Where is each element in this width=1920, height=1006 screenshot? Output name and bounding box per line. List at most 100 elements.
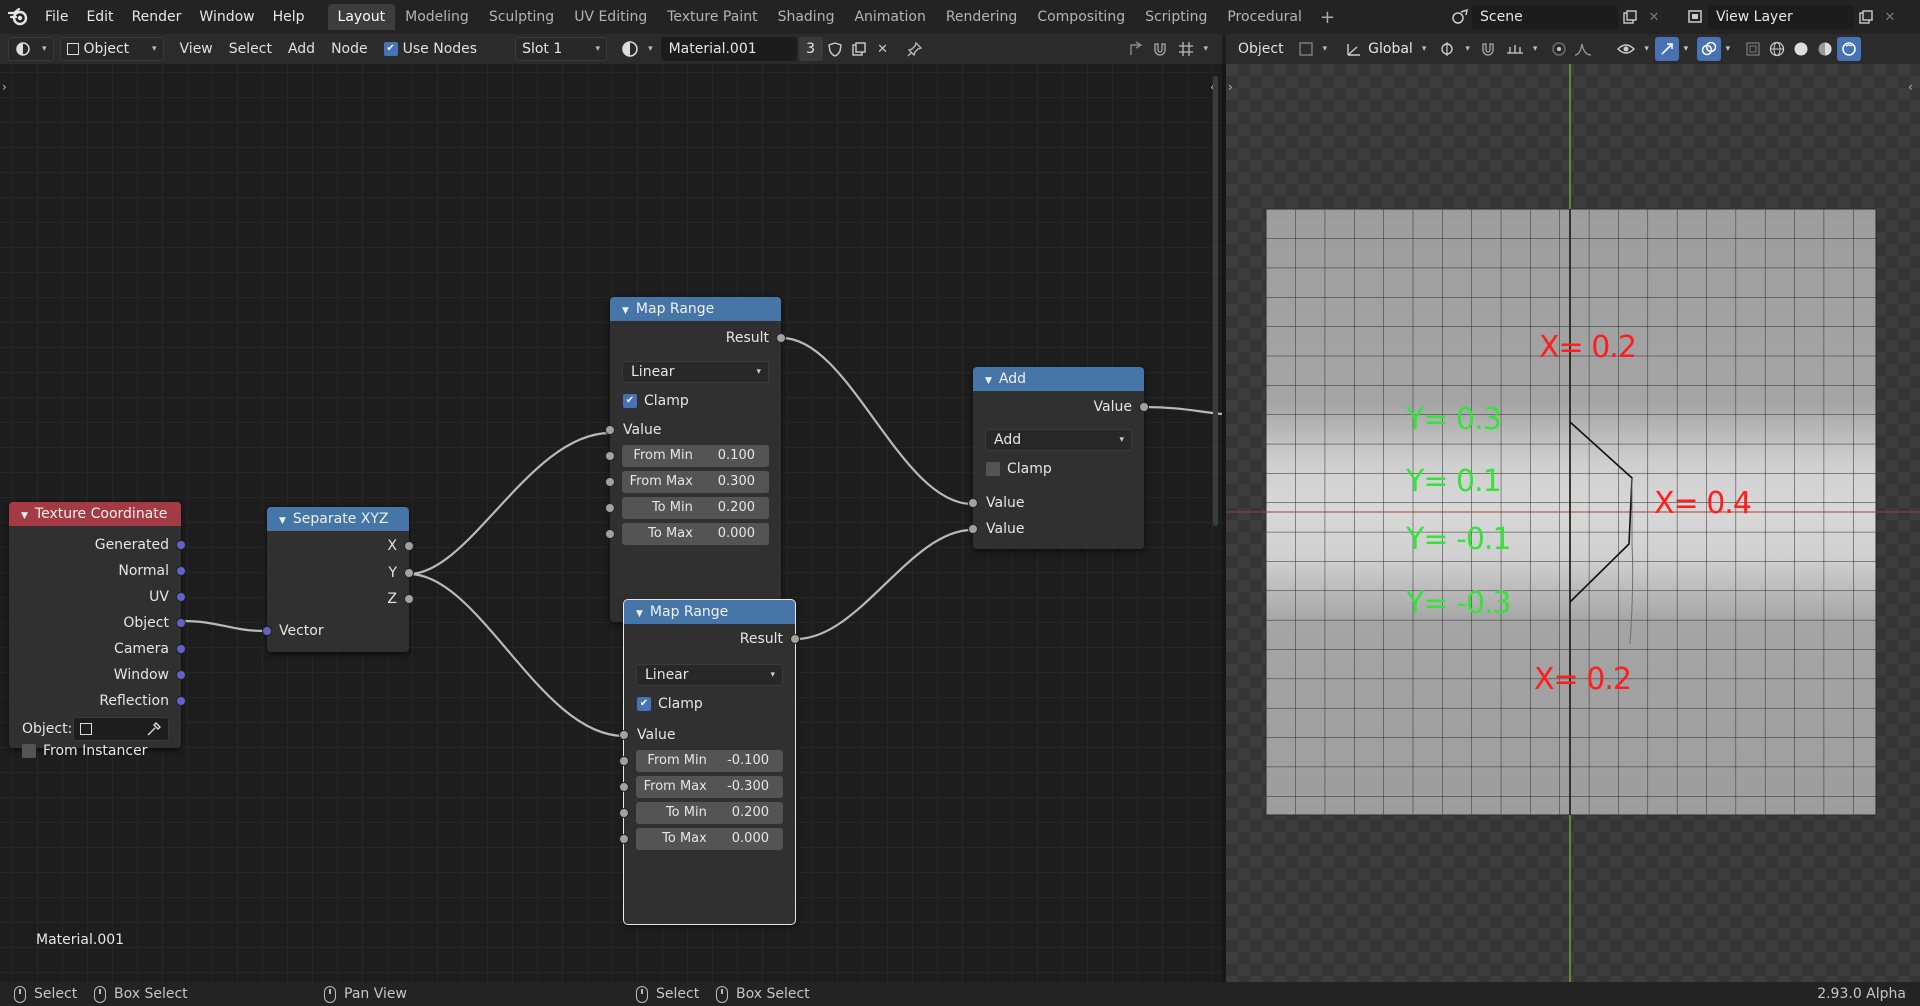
- tab-scripting[interactable]: Scripting: [1135, 4, 1217, 30]
- overlays-toggle-icon[interactable]: [1696, 37, 1721, 61]
- parent-node-tree-icon[interactable]: [1124, 37, 1148, 61]
- overlays-dropdown-chevron-icon[interactable]: ▾: [1721, 37, 1735, 61]
- tab-modeling[interactable]: Modeling: [395, 4, 479, 30]
- menu-render[interactable]: Render: [123, 0, 191, 34]
- socket[interactable]: [176, 540, 186, 550]
- menu-view[interactable]: View: [172, 34, 221, 64]
- object-type-dropdown[interactable]: Object ▾: [59, 37, 164, 61]
- eyedropper-icon[interactable]: [146, 721, 162, 737]
- view-layer-icon[interactable]: [1684, 5, 1708, 29]
- socket[interactable]: [605, 477, 615, 487]
- duplicate-material-icon[interactable]: [847, 37, 871, 61]
- clamp-checkbox[interactable]: ✔ Clamp: [623, 390, 689, 412]
- socket[interactable]: [619, 730, 629, 740]
- link-y-to-maprange2[interactable]: [408, 572, 625, 738]
- snap-grid-dropdown[interactable]: ▾: [1172, 37, 1214, 61]
- transform-orientation-dropdown[interactable]: Global ▾: [1339, 37, 1432, 61]
- xray-toggle-icon[interactable]: [1741, 37, 1765, 61]
- slot-dropdown[interactable]: Slot 1 ▾: [515, 37, 608, 61]
- clamp-checkbox[interactable]: ✔ Clamp: [637, 693, 703, 715]
- field-from-max[interactable]: From Max 0.300: [605, 471, 769, 493]
- editor-type-dropdown[interactable]: ▾: [8, 37, 54, 61]
- collapse-triangle-icon[interactable]: ▼: [636, 609, 643, 619]
- solid-shading-icon[interactable]: [1789, 37, 1813, 61]
- unlink-material-icon[interactable]: ✕: [871, 37, 895, 61]
- interpolation-dropdown[interactable]: Linear ▾: [622, 361, 769, 383]
- select-mode-dropdown[interactable]: ▾: [1292, 37, 1334, 61]
- socket[interactable]: [605, 451, 615, 461]
- socket[interactable]: [262, 626, 272, 636]
- tab-uv-editing[interactable]: UV Editing: [564, 4, 657, 30]
- collapse-triangle-icon[interactable]: ▼: [985, 376, 992, 386]
- add-workspace-icon[interactable]: +: [1312, 7, 1343, 28]
- socket[interactable]: [605, 503, 615, 513]
- node-header[interactable]: ▼ Texture Coordinate: [9, 502, 181, 526]
- viewport-sidebar-arrow-icon[interactable]: ‹: [1908, 80, 1913, 94]
- link-add-output[interactable]: [1143, 405, 1222, 416]
- field-to-max[interactable]: To Max 0.000: [605, 523, 769, 545]
- tab-layout[interactable]: Layout: [327, 4, 396, 30]
- field-to-min[interactable]: To Min 0.200: [605, 497, 769, 519]
- clamp-checkbox[interactable]: Clamp: [986, 458, 1052, 480]
- snap-target-dropdown[interactable]: ▾: [1500, 37, 1544, 61]
- socket[interactable]: [619, 782, 629, 792]
- blender-logo-icon[interactable]: [0, 0, 36, 34]
- node-texture-coordinate[interactable]: ▼ Texture Coordinate Generated Normal UV …: [9, 502, 186, 759]
- viewport-toolbar-arrow-icon[interactable]: ›: [1228, 80, 1233, 94]
- node-map-range-2[interactable]: ▼ Map Range Result Linear ▾ ✔ Clamp Value F…: [619, 599, 800, 925]
- socket[interactable]: [619, 808, 629, 818]
- socket[interactable]: [404, 541, 414, 551]
- tab-procedural[interactable]: Procedural: [1217, 4, 1312, 30]
- node-header[interactable]: ▼ Separate XYZ: [267, 507, 409, 531]
- tab-texture-paint[interactable]: Texture Paint: [657, 4, 767, 30]
- wireframe-shading-icon[interactable]: [1765, 37, 1789, 61]
- node-header[interactable]: ▼ Map Range: [610, 297, 781, 321]
- use-nodes-toggle[interactable]: ✔ Use Nodes: [376, 34, 485, 64]
- node-canvas[interactable]: ▼ Texture Coordinate Generated Normal UV …: [0, 64, 1222, 982]
- node-header[interactable]: ▼ Map Range: [624, 600, 795, 624]
- menu-help[interactable]: Help: [264, 0, 314, 34]
- operation-dropdown[interactable]: Add ▾: [985, 429, 1132, 451]
- tab-compositing[interactable]: Compositing: [1027, 4, 1135, 30]
- socket[interactable]: [790, 634, 800, 644]
- collapse-triangle-icon[interactable]: ▼: [622, 306, 629, 316]
- rendered-shading-icon[interactable]: [1836, 37, 1861, 61]
- new-scene-icon[interactable]: [1618, 5, 1642, 29]
- interpolation-dropdown[interactable]: Linear ▾: [636, 664, 783, 686]
- socket[interactable]: [968, 524, 978, 534]
- socket[interactable]: [176, 618, 186, 628]
- snap-magnet-icon[interactable]: [1476, 37, 1500, 61]
- menu-file[interactable]: File: [36, 0, 77, 34]
- snap-magnet-icon[interactable]: [1148, 37, 1172, 61]
- menu-select[interactable]: Select: [221, 34, 280, 64]
- field-to-min[interactable]: To Min 0.200: [619, 802, 783, 824]
- socket[interactable]: [176, 696, 186, 706]
- proportional-edit-icon[interactable]: [1547, 37, 1571, 61]
- tab-sculpting[interactable]: Sculpting: [479, 4, 564, 30]
- fake-user-shield-icon[interactable]: [823, 37, 847, 61]
- socket[interactable]: [619, 834, 629, 844]
- node-add[interactable]: ▼ Add Value Add ▾ Clamp Value Value: [968, 367, 1149, 549]
- from-instancer-checkbox[interactable]: From Instancer: [22, 740, 147, 762]
- view-layer-name-field[interactable]: View Layer: [1708, 5, 1854, 29]
- socket[interactable]: [176, 566, 186, 576]
- socket[interactable]: [176, 644, 186, 654]
- new-view-layer-icon[interactable]: [1854, 5, 1878, 29]
- field-from-min[interactable]: From Min 0.100: [605, 445, 769, 467]
- socket[interactable]: [619, 756, 629, 766]
- scene-icon[interactable]: [1448, 5, 1472, 29]
- link-maprange2-to-add[interactable]: [795, 528, 973, 641]
- gizmo-dropdown-chevron-icon[interactable]: ▾: [1679, 37, 1693, 61]
- node-header[interactable]: ▼ Add: [973, 367, 1144, 391]
- menu-node[interactable]: Node: [323, 34, 376, 64]
- node-separate-xyz[interactable]: ▼ Separate XYZ X Y Z Vector: [262, 507, 414, 652]
- menu-add[interactable]: Add: [280, 34, 323, 64]
- falloff-curve-icon[interactable]: [1571, 37, 1595, 61]
- socket[interactable]: [176, 592, 186, 602]
- scene-name-field[interactable]: Scene: [1472, 5, 1618, 29]
- remove-scene-icon[interactable]: ✕: [1642, 5, 1666, 29]
- link-maprange1-to-add[interactable]: [781, 336, 973, 506]
- link-object-to-vector[interactable]: [181, 619, 267, 633]
- socket[interactable]: [605, 529, 615, 539]
- material-browse-button[interactable]: ▾: [619, 37, 655, 61]
